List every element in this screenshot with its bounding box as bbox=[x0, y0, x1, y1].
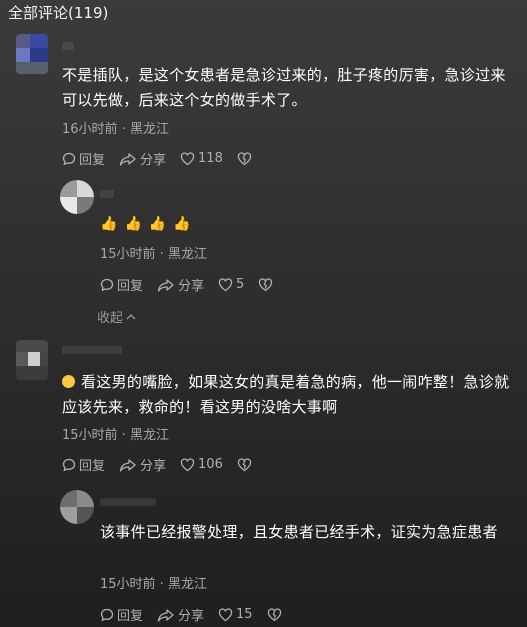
username-blurred[interactable] bbox=[100, 190, 114, 198]
comment-meta: 15小时前 · 黑龙江 bbox=[100, 247, 207, 262]
like-count: 5 bbox=[236, 277, 245, 292]
comment-text: 该事件已经报警处理，且女患者已经手术，证实为急症患者 bbox=[100, 523, 498, 541]
avatar[interactable] bbox=[60, 180, 94, 214]
username-blurred[interactable] bbox=[100, 498, 156, 506]
dislike-heart-icon bbox=[237, 151, 252, 165]
like-count: 118 bbox=[198, 151, 223, 166]
avatar[interactable] bbox=[60, 490, 94, 524]
dislike-heart-icon bbox=[237, 457, 252, 471]
avatar[interactable] bbox=[16, 34, 48, 74]
reply-label: 回复 bbox=[117, 279, 144, 294]
dislike-heart-icon bbox=[259, 277, 273, 291]
thumbs-up-emoji: 👍 bbox=[148, 216, 167, 232]
comment-actions: 回复 分享 118 bbox=[62, 149, 269, 168]
like-count: 106 bbox=[198, 457, 223, 472]
thumbs-up-emoji: 👍 bbox=[173, 216, 191, 232]
like-button[interactable]: 15 bbox=[218, 607, 253, 622]
comments-header: 全部评论(119) bbox=[8, 4, 109, 22]
share-label: 分享 bbox=[178, 279, 205, 294]
reply-button[interactable]: 回复 bbox=[62, 455, 105, 474]
angry-face-emoji bbox=[62, 375, 75, 388]
like-button[interactable]: 106 bbox=[180, 457, 223, 472]
share-arrow-icon bbox=[119, 152, 136, 166]
comment-text: 看这男的嘴脸，如果这女的真是着急的病，他一闹咋整！急诊就应该先来，救命的！看这男… bbox=[62, 370, 518, 420]
reply-label: 回复 bbox=[117, 609, 144, 624]
share-arrow-icon bbox=[157, 608, 174, 622]
thumbs-up-emoji: 👍 bbox=[100, 216, 118, 232]
heart-icon bbox=[180, 457, 195, 471]
reply-button[interactable]: 回复 bbox=[62, 149, 105, 168]
share-button[interactable]: 分享 bbox=[119, 149, 166, 168]
share-label: 分享 bbox=[178, 609, 205, 624]
comment-actions: 回复 分享 15 bbox=[100, 605, 299, 624]
reply-label: 回复 bbox=[79, 153, 106, 168]
emoji-reply: 👍 👍 👍 👍 bbox=[100, 216, 198, 232]
comment-meta: 16小时前 · 黑龙江 bbox=[62, 122, 169, 137]
like-button[interactable]: 118 bbox=[180, 151, 223, 166]
comment-meta: 15小时前 · 黑龙江 bbox=[100, 577, 207, 592]
dislike-heart-icon bbox=[267, 607, 281, 621]
chevron-up-icon bbox=[126, 313, 136, 319]
comment-bubble-icon bbox=[100, 278, 114, 291]
share-button[interactable]: 分享 bbox=[119, 455, 166, 474]
share-label: 分享 bbox=[140, 459, 167, 474]
share-label: 分享 bbox=[140, 153, 167, 168]
comment-bubble-icon bbox=[62, 152, 76, 165]
comment-actions: 回复 分享 5 bbox=[100, 275, 290, 294]
thumbs-up-emoji: 👍 bbox=[124, 216, 142, 232]
heart-icon bbox=[180, 151, 195, 165]
comment-text: 不是插队，是这个女患者是急诊过来的，肚子疼的厉害，急诊过来可以先做，后来这个女的… bbox=[62, 66, 506, 109]
reply-button[interactable]: 回复 bbox=[100, 275, 143, 294]
collapse-label: 收起 bbox=[97, 311, 124, 326]
avatar[interactable] bbox=[16, 340, 48, 380]
share-arrow-icon bbox=[157, 278, 174, 292]
dislike-button[interactable] bbox=[258, 277, 276, 292]
heart-icon bbox=[218, 607, 233, 621]
heart-icon bbox=[218, 277, 233, 291]
collapse-replies-button[interactable]: 收起 bbox=[97, 307, 137, 326]
comment-text-body: 看这男的嘴脸，如果这女的真是着急的病，他一闹咋整！急诊就应该先来，救命的！看这男… bbox=[62, 373, 510, 416]
reply-button[interactable]: 回复 bbox=[100, 605, 143, 624]
dislike-button[interactable] bbox=[267, 607, 285, 622]
comment-bubble-icon bbox=[62, 458, 76, 471]
share-arrow-icon bbox=[119, 458, 136, 472]
share-button[interactable]: 分享 bbox=[157, 275, 204, 294]
dislike-button[interactable] bbox=[237, 457, 255, 472]
like-count: 15 bbox=[236, 607, 253, 622]
username-blurred[interactable] bbox=[62, 346, 122, 354]
dislike-button[interactable] bbox=[237, 151, 255, 166]
comment-meta: 15小时前 · 黑龙江 bbox=[62, 428, 169, 443]
share-button[interactable]: 分享 bbox=[157, 605, 204, 624]
comment-actions: 回复 分享 106 bbox=[62, 455, 269, 474]
reply-label: 回复 bbox=[79, 459, 106, 474]
comment-bubble-icon bbox=[100, 608, 114, 621]
username-blurred[interactable] bbox=[62, 42, 74, 50]
like-button[interactable]: 5 bbox=[218, 277, 244, 292]
